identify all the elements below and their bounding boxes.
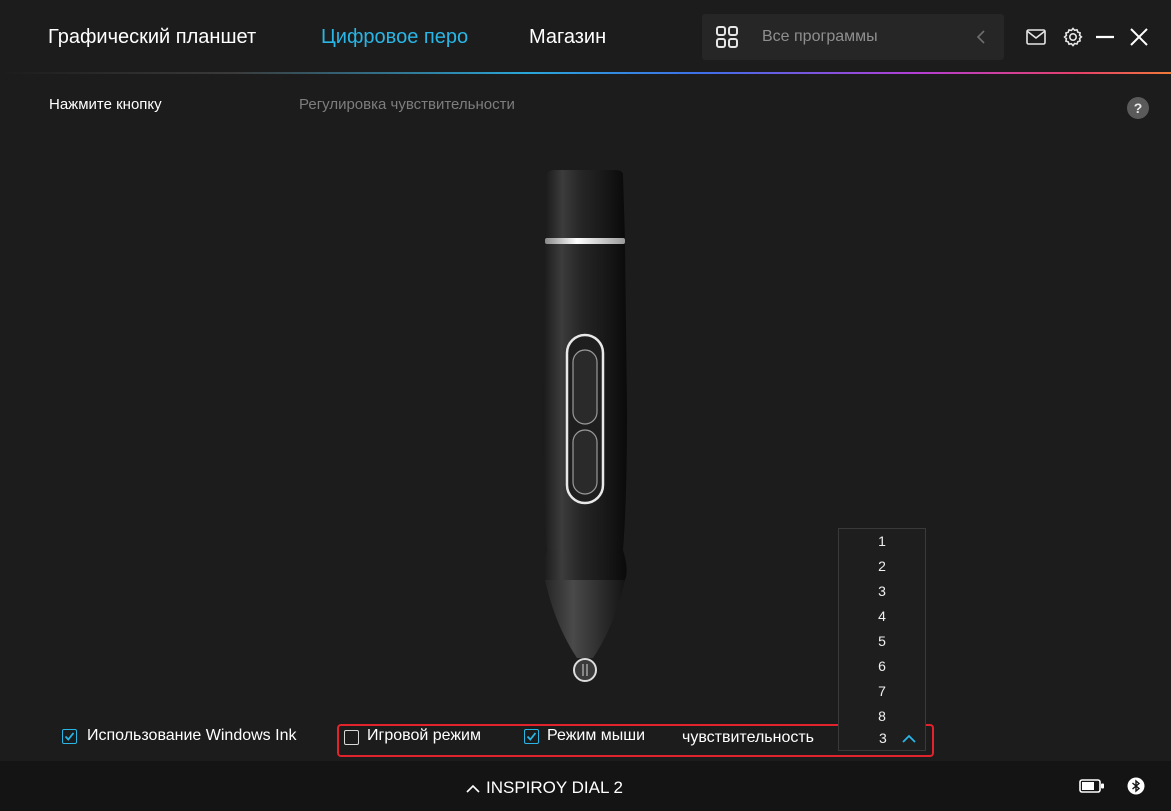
windows-ink-label: Использование Windows Ink — [87, 727, 297, 744]
sensitivity-selected-value: 3 — [879, 730, 887, 746]
footer-bar: INSPIROY DIAL 2 — [0, 761, 1171, 811]
game-mode-checkbox[interactable] — [344, 730, 359, 745]
sensitivity-option[interactable]: 2 — [839, 554, 925, 579]
tab-graphic-tablet[interactable]: Графический планшет — [48, 26, 256, 49]
device-selector[interactable]: INSPIROY DIAL 2 — [466, 778, 623, 798]
tab-digital-pen[interactable]: Цифровое перо — [321, 26, 468, 49]
sensitivity-option[interactable]: 3 — [839, 579, 925, 604]
chevron-up-icon — [466, 784, 480, 793]
program-selector-label: Все программы — [762, 28, 878, 45]
mouse-mode-checkbox[interactable] — [524, 729, 539, 744]
sensitivity-option[interactable]: 8 — [839, 704, 925, 729]
help-button[interactable]: ? — [1127, 97, 1149, 119]
sensitivity-option[interactable]: 1 — [839, 529, 925, 554]
sensitivity-option[interactable]: 5 — [839, 629, 925, 654]
grid-icon — [716, 26, 738, 48]
close-icon[interactable] — [1128, 26, 1150, 48]
header-bar: Графический планшет Цифровое перо Магази… — [0, 0, 1171, 74]
gear-icon[interactable] — [1062, 26, 1084, 48]
minimize-icon[interactable] — [1094, 26, 1116, 48]
pen-upper-button — [572, 349, 598, 425]
chevron-left-icon[interactable] — [976, 29, 986, 45]
sensitivity-dropdown-list: 1 2 3 4 5 6 7 8 — [838, 528, 926, 728]
sensitivity-option[interactable]: 4 — [839, 604, 925, 629]
bluetooth-icon — [1127, 777, 1145, 795]
pen-illustration — [543, 170, 627, 682]
battery-icon — [1079, 779, 1104, 793]
pen-lower-button — [572, 429, 598, 495]
sensitivity-option[interactable]: 6 — [839, 654, 925, 679]
windows-ink-checkbox[interactable] — [62, 729, 77, 744]
program-selector[interactable]: Все программы — [702, 14, 1004, 60]
sensitivity-select[interactable]: 3 — [838, 727, 926, 751]
pen-nib — [573, 658, 597, 682]
subtab-press-button[interactable]: Нажмите кнопку — [49, 96, 162, 113]
mouse-mode-label: Режим мыши — [547, 727, 646, 744]
device-name-label: INSPIROY DIAL 2 — [486, 778, 623, 797]
tab-store[interactable]: Магазин — [529, 26, 606, 49]
header-accent-line — [0, 72, 1171, 74]
chevron-up-icon — [902, 734, 916, 743]
sensitivity-label: чувствительность — [682, 729, 815, 746]
sensitivity-option[interactable]: 7 — [839, 679, 925, 704]
subtab-sensitivity-adjustment[interactable]: Регулировка чувствительности — [299, 96, 515, 113]
mail-icon[interactable] — [1025, 26, 1047, 48]
pen-ring — [545, 238, 625, 244]
game-mode-label: Игровой режим — [367, 727, 481, 744]
